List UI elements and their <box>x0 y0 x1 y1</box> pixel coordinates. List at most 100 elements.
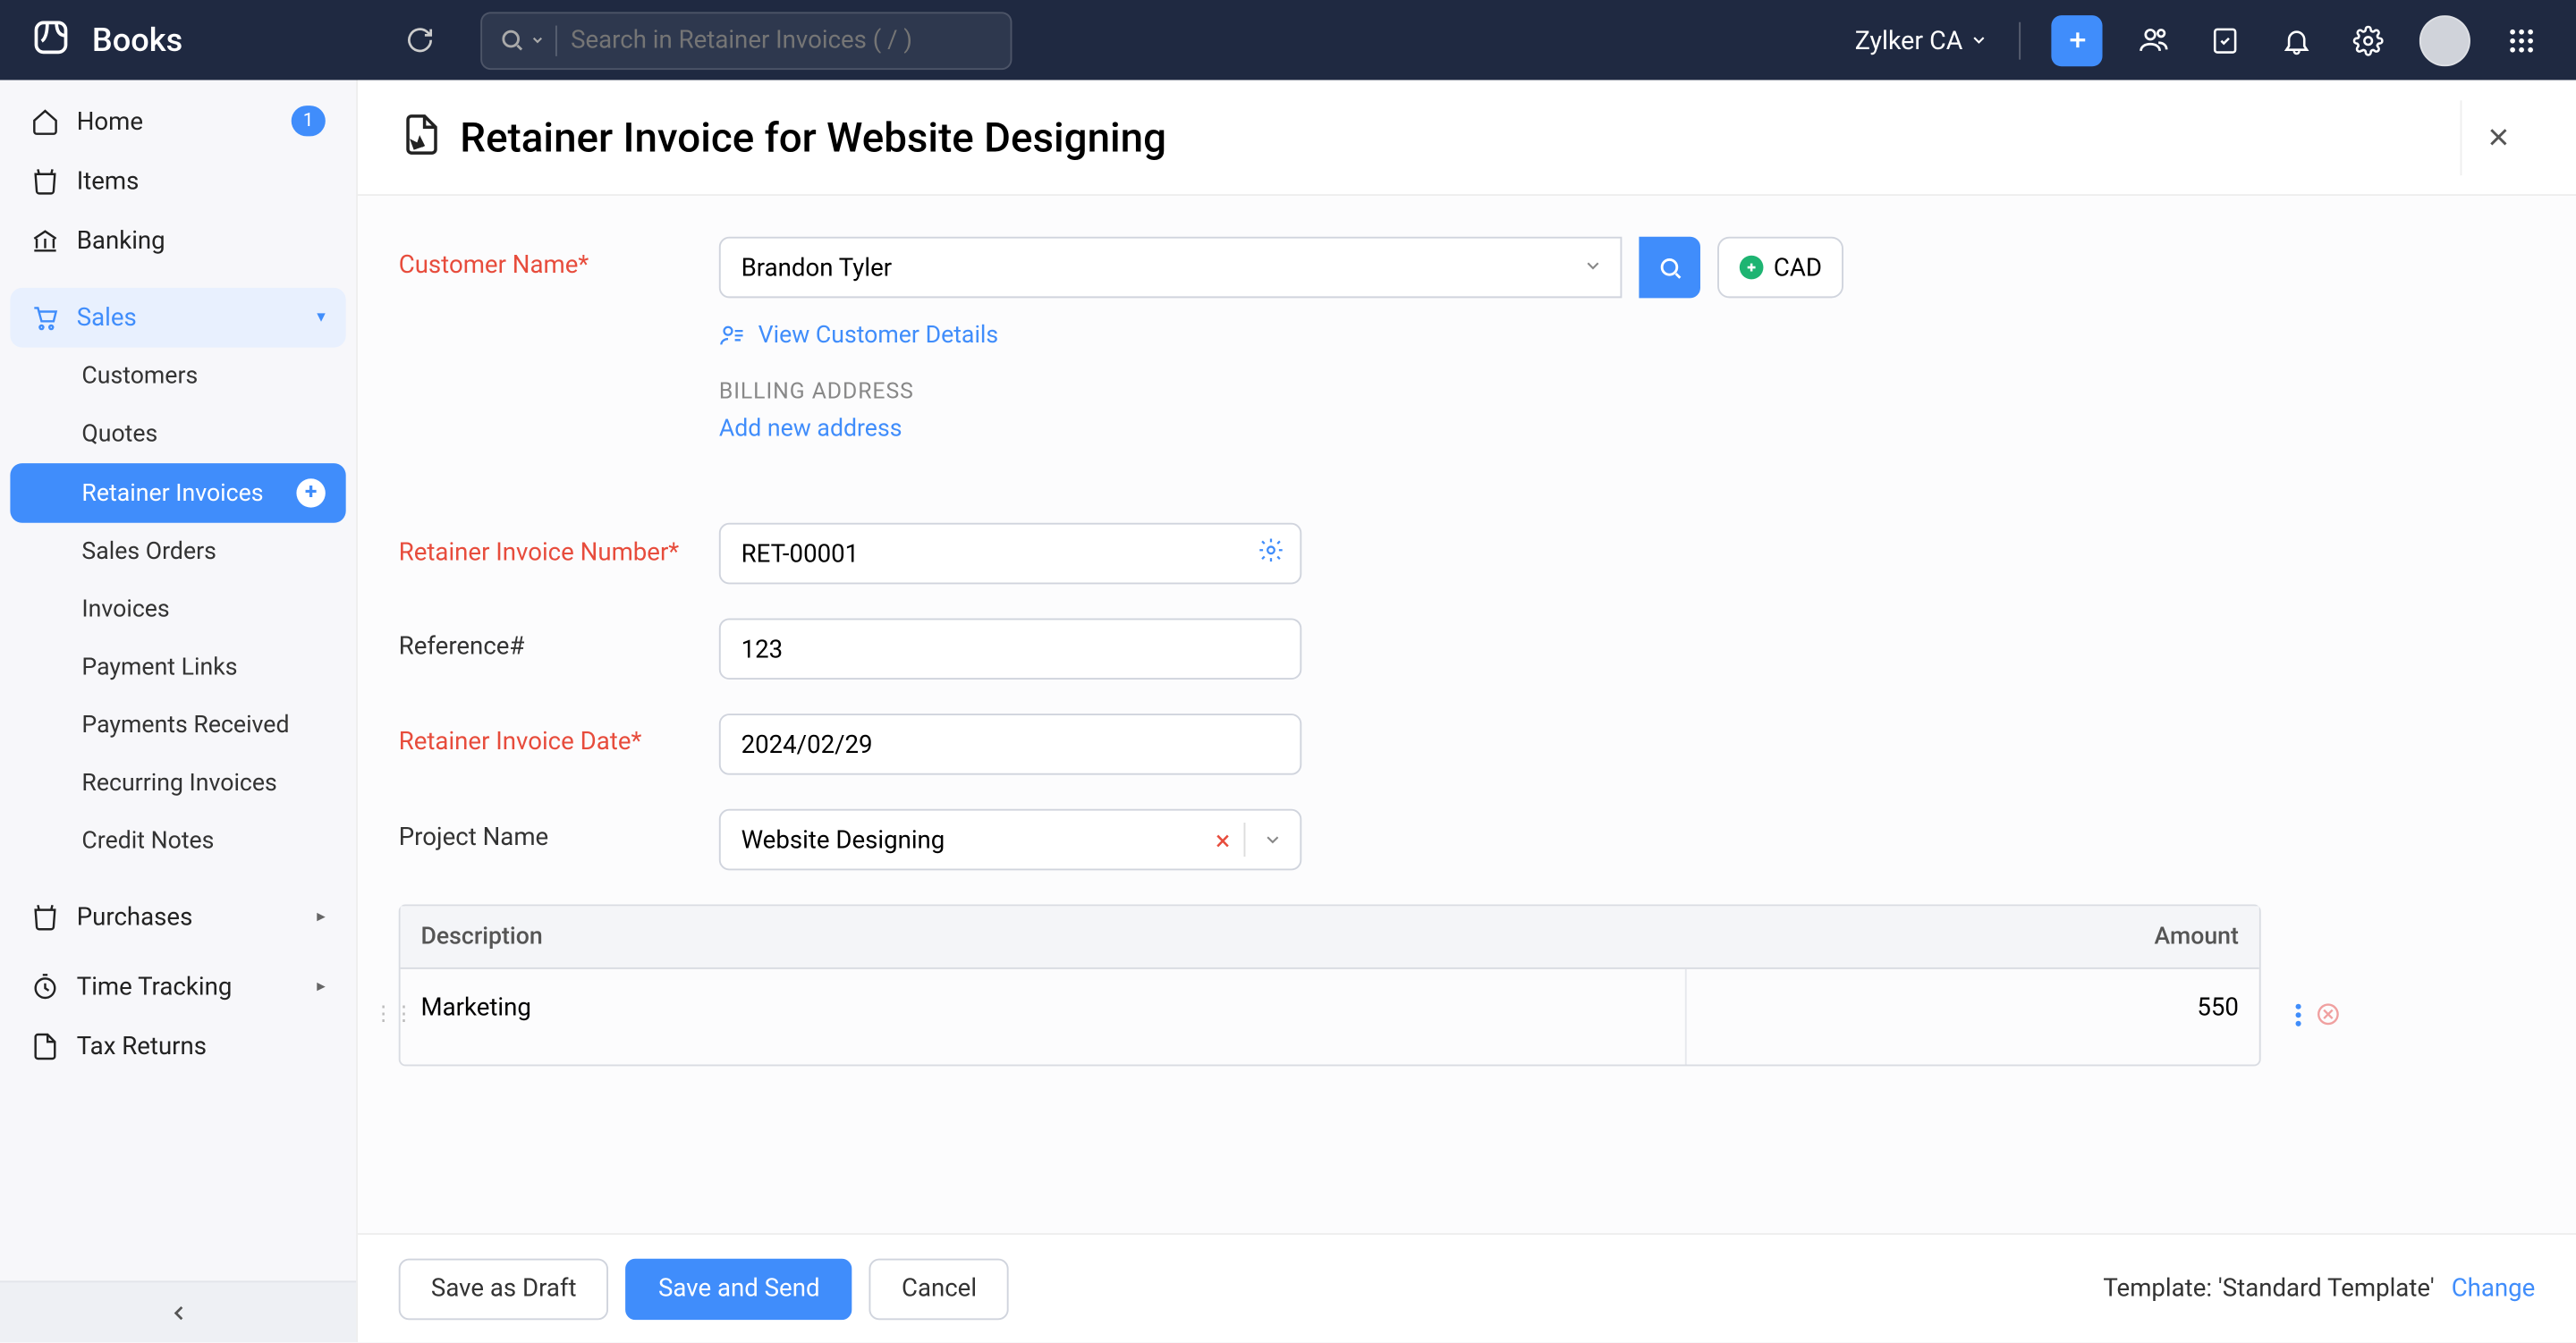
sidebar-item-label: Home <box>77 106 143 135</box>
sidebar-item-time-tracking[interactable]: Time Tracking ▸ <box>10 957 345 1017</box>
sidebar-item-label: Purchases <box>77 903 193 932</box>
page-header: Retainer Invoice for Website Designing <box>358 80 2576 197</box>
sidebar-item-sales-orders[interactable]: Sales Orders <box>10 523 345 581</box>
search-icon <box>1657 255 1682 281</box>
topbar-right: Zylker CA <box>1855 14 2559 65</box>
sidebar-item-label: Time Tracking <box>77 973 233 1001</box>
announcements-icon[interactable] <box>2205 20 2246 61</box>
col-amount: Amount <box>1687 906 2259 967</box>
sidebar-item-payment-links[interactable]: Payment Links <box>10 638 345 697</box>
chevron-down-icon[interactable] <box>1245 824 1300 856</box>
chevron-down-icon <box>1583 253 1604 282</box>
retainer-number-input[interactable] <box>719 523 1301 585</box>
users-icon[interactable] <box>2133 20 2174 61</box>
refresh-button[interactable] <box>388 9 450 71</box>
org-name: Zylker CA <box>1855 25 1963 55</box>
customer-name-select[interactable]: Brandon Tyler <box>719 237 1623 299</box>
clear-icon[interactable]: × <box>1202 824 1244 856</box>
sales-icon <box>30 303 59 332</box>
customer-search-button[interactable] <box>1639 237 1700 299</box>
chevron-left-icon <box>166 1300 191 1324</box>
items-icon <box>30 167 59 196</box>
billing-address-heading: BILLING ADDRESS <box>719 380 2014 406</box>
sidebar-item-sales[interactable]: Sales ▾ <box>10 288 345 348</box>
page-title: Retainer Invoice for Website Designing <box>460 114 1166 161</box>
close-button[interactable] <box>2461 99 2536 174</box>
app-switcher-icon[interactable] <box>2501 20 2542 61</box>
collapse-sidebar-button[interactable] <box>0 1280 356 1342</box>
sidebar: Home 1 Items Banking Sales ▾ Customers Q… <box>0 80 358 1342</box>
row-amount[interactable]: 550 <box>1687 969 2259 1065</box>
date-label: Retainer Invoice Date* <box>399 714 719 756</box>
sidebar-item-invoices[interactable]: Invoices <box>10 581 345 639</box>
sidebar-item-quotes[interactable]: Quotes <box>10 405 345 463</box>
add-icon[interactable]: + <box>296 478 325 507</box>
row-menu-icon[interactable] <box>2295 1001 2302 1034</box>
sidebar-item-banking[interactable]: Banking <box>10 211 345 271</box>
template-label: Template: 'Standard Template' <box>2103 1274 2434 1303</box>
customer-name-value: Brandon Tyler <box>741 253 893 282</box>
search-input[interactable] <box>571 26 1010 55</box>
date-input[interactable] <box>719 714 1301 775</box>
sidebar-item-recurring-invoices[interactable]: Recurring Invoices <box>10 755 345 813</box>
project-label: Project Name <box>399 809 719 852</box>
clock-icon <box>30 973 59 1001</box>
reference-label: Reference# <box>399 618 719 661</box>
row-description[interactable]: Marketing <box>401 969 1687 1065</box>
chevron-down-icon: ▾ <box>317 308 326 327</box>
books-logo-icon <box>30 14 75 65</box>
reference-input[interactable] <box>719 618 1301 680</box>
sidebar-item-retainer-invoices[interactable]: Retainer Invoices + <box>10 463 345 523</box>
gear-icon[interactable] <box>1258 536 1284 570</box>
user-detail-icon <box>719 322 746 349</box>
main-panel: Retainer Invoice for Website Designing C… <box>358 80 2576 1342</box>
add-new-address-link[interactable]: Add new address <box>719 416 2014 443</box>
drag-handle-icon[interactable]: ⋮⋮ <box>373 1001 414 1026</box>
check-circle-icon <box>1740 256 1764 280</box>
quick-create-button[interactable] <box>2051 14 2102 65</box>
home-icon <box>30 106 59 135</box>
banking-icon <box>30 226 59 255</box>
line-items-table: Description Amount Marketing 550 ⋮⋮ <box>399 904 2261 1066</box>
currency-code: CAD <box>1774 253 1822 282</box>
currency-chip[interactable]: CAD <box>1717 237 1844 299</box>
purchases-icon <box>30 903 59 932</box>
settings-icon[interactable] <box>2348 20 2389 61</box>
sidebar-item-credit-notes[interactable]: Credit Notes <box>10 813 345 871</box>
notifications-icon[interactable] <box>2276 20 2318 61</box>
sidebar-item-items[interactable]: Items <box>10 152 345 212</box>
footer-bar: Save as Draft Save and Send Cancel Templ… <box>358 1233 2576 1342</box>
app-name: Books <box>92 21 182 60</box>
sidebar-item-purchases[interactable]: Purchases ▸ <box>10 887 345 947</box>
project-value: Website Designing <box>721 825 1202 854</box>
sidebar-item-payments-received[interactable]: Payments Received <box>10 697 345 755</box>
sidebar-item-label: Sales <box>77 303 137 332</box>
table-row[interactable]: Marketing 550 <box>401 969 2259 1065</box>
retainer-invoice-icon <box>399 112 444 163</box>
customer-name-label: Customer Name* <box>399 237 719 280</box>
global-search[interactable] <box>480 11 1012 69</box>
search-icon <box>482 27 555 53</box>
form-area: Customer Name* Brandon Tyler <box>358 196 2576 1233</box>
home-badge: 1 <box>291 106 325 136</box>
org-picker[interactable]: Zylker CA <box>1855 25 1988 55</box>
change-template-link[interactable]: Change <box>2452 1274 2536 1303</box>
save-send-button[interactable]: Save and Send <box>626 1258 852 1320</box>
sidebar-item-label: Banking <box>77 226 165 255</box>
col-description: Description <box>401 906 1687 967</box>
chevron-down-icon <box>1970 30 1988 49</box>
cancel-button[interactable]: Cancel <box>869 1258 1009 1320</box>
sidebar-item-tax-returns[interactable]: Tax Returns <box>10 1017 345 1077</box>
sidebar-item-label: Items <box>77 167 140 196</box>
close-icon <box>2484 122 2512 151</box>
save-draft-button[interactable]: Save as Draft <box>399 1258 609 1320</box>
chevron-right-icon: ▸ <box>317 908 326 926</box>
sidebar-item-customers[interactable]: Customers <box>10 348 345 406</box>
document-icon <box>30 1032 59 1060</box>
avatar[interactable] <box>2419 14 2470 65</box>
view-customer-details-link[interactable]: View Customer Details <box>719 322 2014 349</box>
project-select[interactable]: Website Designing × <box>719 809 1301 871</box>
delete-row-icon[interactable] <box>2316 1001 2342 1034</box>
app-logo[interactable]: Books <box>0 14 358 65</box>
sidebar-item-home[interactable]: Home 1 <box>10 90 345 152</box>
